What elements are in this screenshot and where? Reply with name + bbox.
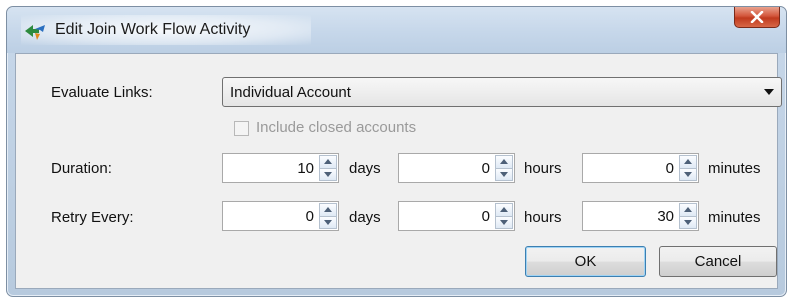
duration-hours-stepper[interactable]: 0: [398, 153, 515, 183]
arrow-down-icon: [324, 219, 332, 225]
ok-button[interactable]: OK: [525, 246, 646, 277]
evaluate-links-value: Individual Account: [230, 84, 351, 101]
retry-minutes-up-button[interactable]: [679, 203, 697, 216]
retry-minutes-stepper[interactable]: 30: [582, 201, 699, 231]
include-closed-label: Include closed accounts: [256, 119, 417, 136]
chevron-down-icon: [764, 89, 774, 95]
arrow-up-icon: [324, 159, 332, 165]
retry-days-unit: days: [349, 209, 381, 226]
evaluate-links-dropdown[interactable]: Individual Account: [222, 77, 782, 107]
arrow-up-icon: [500, 207, 508, 213]
retry-days-down-button[interactable]: [319, 215, 337, 229]
close-button[interactable]: [734, 7, 780, 28]
evaluate-links-label: Evaluate Links:: [51, 84, 153, 101]
window-title: Edit Join Work Flow Activity: [55, 21, 251, 38]
retry-every-label: Retry Every:: [51, 209, 134, 226]
duration-minutes-stepper[interactable]: 0: [582, 153, 699, 183]
arrow-up-icon: [324, 207, 332, 213]
dialog-body: Evaluate Links: Individual Account Inclu…: [15, 53, 782, 289]
retry-days-up-button[interactable]: [319, 203, 337, 216]
cancel-button[interactable]: Cancel: [659, 246, 777, 277]
duration-label: Duration:: [51, 160, 112, 177]
arrow-down-icon: [500, 219, 508, 225]
workflow-arrow-icon: [25, 25, 45, 40]
arrow-down-icon: [684, 219, 692, 225]
duration-hours-value: 0: [481, 160, 490, 177]
duration-minutes-value: 0: [665, 160, 674, 177]
arrow-down-icon: [324, 171, 332, 177]
arrow-up-icon: [684, 207, 692, 213]
title-bar[interactable]: Edit Join Work Flow Activity: [7, 7, 786, 53]
duration-minutes-unit: minutes: [708, 160, 761, 177]
duration-days-stepper[interactable]: 10: [222, 153, 339, 183]
retry-minutes-unit: minutes: [708, 209, 761, 226]
duration-hours-up-button[interactable]: [495, 155, 513, 168]
duration-hours-unit: hours: [524, 160, 562, 177]
duration-days-unit: days: [349, 160, 381, 177]
arrow-down-icon: [684, 171, 692, 177]
duration-days-down-button[interactable]: [319, 167, 337, 181]
include-closed-checkbox[interactable]: [234, 121, 249, 136]
arrow-up-icon: [500, 159, 508, 165]
retry-hours-down-button[interactable]: [495, 215, 513, 229]
retry-hours-value: 0: [481, 208, 490, 225]
duration-days-up-button[interactable]: [319, 155, 337, 168]
arrow-up-icon: [684, 159, 692, 165]
retry-hours-stepper[interactable]: 0: [398, 201, 515, 231]
duration-days-value: 10: [297, 160, 314, 177]
retry-days-stepper[interactable]: 0: [222, 201, 339, 231]
dialog-window: Edit Join Work Flow Activity Evaluate Li…: [6, 6, 787, 297]
close-icon: [750, 11, 764, 23]
retry-minutes-value: 30: [657, 208, 674, 225]
retry-minutes-down-button[interactable]: [679, 215, 697, 229]
retry-hours-unit: hours: [524, 209, 562, 226]
duration-hours-down-button[interactable]: [495, 167, 513, 181]
arrow-down-icon: [500, 171, 508, 177]
retry-hours-up-button[interactable]: [495, 203, 513, 216]
duration-minutes-up-button[interactable]: [679, 155, 697, 168]
retry-days-value: 0: [305, 208, 314, 225]
duration-minutes-down-button[interactable]: [679, 167, 697, 181]
